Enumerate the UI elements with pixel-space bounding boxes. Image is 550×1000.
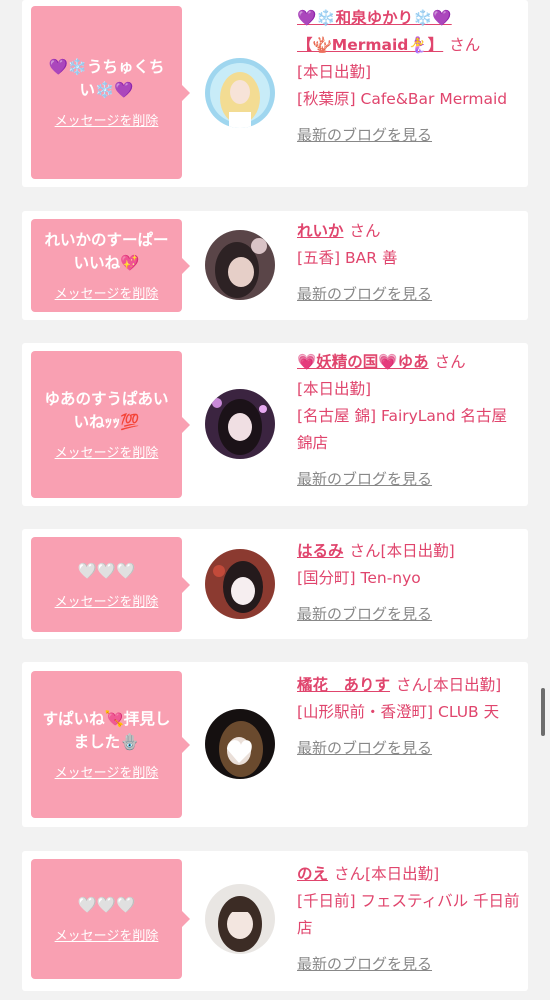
latest-blog-link[interactable]: 最新のブログを見る (297, 735, 432, 762)
cast-info: れいか さん [五香] BAR 善 最新のブログを見る (297, 218, 522, 308)
honorific: さん (349, 542, 381, 560)
message-card: ゆあのすうぱあいいねｯｯ💯 メッセージを削除 💗妖精の国💗ゆあ さん [本日出勤]… (22, 343, 528, 506)
message-card: 💜❄️うちゅくちい❄️💜 メッセージを削除 💜❄️和泉ゆかり❄️💜 【🪸Merm… (22, 0, 528, 187)
shop-text: [名古屋 錦] FairyLand 名古屋錦店 (297, 407, 508, 452)
delete-message-link[interactable]: メッセージを削除 (55, 762, 159, 781)
message-bubble: ゆあのすうぱあいいねｯｯ💯 メッセージを削除 (31, 351, 190, 498)
status-text: [本日出勤] (297, 63, 372, 81)
avatar-photo (205, 389, 275, 459)
avatar-photo (205, 58, 275, 128)
honorific: さん (396, 676, 428, 694)
message-card: れいかのすーぱーいいね💖 メッセージを削除 れいか さん [五香] BAR 善 最… (22, 211, 528, 320)
delete-message-link[interactable]: メッセージを削除 (55, 591, 159, 610)
cast-name[interactable]: はるみ (297, 542, 344, 560)
avatar[interactable] (205, 884, 275, 954)
message-card: 🤍🤍🤍 メッセージを削除 はるみ さん[本日出勤] [国分町] Ten-nyo 最… (22, 529, 528, 639)
honorific: さん (334, 865, 366, 883)
avatar-photo (205, 884, 275, 954)
message-text: すぱいね💘拝見しました🪬 (42, 710, 171, 751)
message-card: 🤍🤍🤍 メッセージを削除 のえ さん[本日出勤] [千日前] フェスティバル 千日… (22, 851, 528, 991)
avatar-photo (205, 549, 275, 619)
cast-info: のえ さん[本日出勤] [千日前] フェスティバル 千日前店 最新のブログを見る (297, 861, 522, 978)
message-text: ゆあのすうぱあいいねｯｯ💯 (44, 390, 169, 431)
latest-blog-link[interactable]: 最新のブログを見る (297, 951, 432, 978)
avatar[interactable] (205, 389, 275, 459)
cast-name[interactable]: のえ (297, 865, 328, 883)
cast-name[interactable]: 橘花 ありす (297, 676, 390, 694)
honorific: さん (349, 222, 381, 240)
latest-blog-link[interactable]: 最新のブログを見る (297, 601, 432, 628)
message-bubble: すぱいね💘拝見しました🪬 メッセージを削除 (31, 671, 190, 818)
delete-message-link[interactable]: メッセージを削除 (55, 925, 159, 944)
delete-message-link[interactable]: メッセージを削除 (55, 110, 159, 129)
status-text: [本日出勤] (365, 865, 440, 883)
avatar[interactable] (205, 709, 275, 779)
shop-text: [五香] BAR 善 (297, 249, 398, 267)
message-text: 🤍🤍🤍 (77, 896, 136, 914)
shop-text: [山形駅前・香澄町] CLUB 天 (297, 703, 500, 721)
message-bubble: 🤍🤍🤍 メッセージを削除 (31, 537, 190, 632)
cast-info: 橘花 ありす さん[本日出勤] [山形駅前・香澄町] CLUB 天 最新のブログを… (297, 672, 522, 762)
status-text: [本日出勤] (297, 380, 372, 398)
cast-info: 💜❄️和泉ゆかり❄️💜 【🪸Mermaid🧜‍♀️】 さん [本日出勤] [秋葉原… (297, 5, 522, 149)
avatar[interactable] (205, 549, 275, 619)
status-text: [本日出勤] (380, 542, 455, 560)
cast-name-shop-tag[interactable]: 【🪸Mermaid🧜‍♀️】 (297, 36, 443, 54)
cast-info: はるみ さん[本日出勤] [国分町] Ten-nyo 最新のブログを見る (297, 538, 522, 628)
avatar[interactable] (205, 58, 275, 128)
message-text: 🤍🤍🤍 (77, 561, 136, 580)
cast-name[interactable]: れいか (297, 222, 344, 240)
honorific: さん (434, 353, 466, 371)
shop-text: [国分町] Ten-nyo (297, 569, 421, 587)
cast-name[interactable]: 💜❄️和泉ゆかり❄️💜 (297, 9, 452, 27)
message-text: 💜❄️うちゅくちい❄️💜 (48, 58, 165, 99)
message-bubble: 💜❄️うちゅくちい❄️💜 メッセージを削除 (31, 6, 190, 179)
avatar[interactable] (205, 230, 275, 300)
cast-name[interactable]: 💗妖精の国💗ゆあ (297, 353, 429, 371)
message-bubble: 🤍🤍🤍 メッセージを削除 (31, 859, 190, 979)
avatar-photo (205, 709, 275, 779)
latest-blog-link[interactable]: 最新のブログを見る (297, 281, 432, 308)
delete-message-link[interactable]: メッセージを削除 (55, 283, 159, 302)
honorific: さん (449, 36, 481, 54)
message-text: れいかのすーぱーいいね💖 (44, 231, 169, 272)
delete-message-link[interactable]: メッセージを削除 (55, 442, 159, 461)
avatar-photo (205, 230, 275, 300)
latest-blog-link[interactable]: 最新のブログを見る (297, 122, 432, 149)
shop-text: [秋葉原] Cafe&Bar Mermaid (297, 90, 508, 108)
message-card: すぱいね💘拝見しました🪬 メッセージを削除 橘花 ありす さん[本日出勤] [山形… (22, 662, 528, 827)
latest-blog-link[interactable]: 最新のブログを見る (297, 466, 432, 493)
cast-info: 💗妖精の国💗ゆあ さん [本日出勤] [名古屋 錦] FairyLand 名古屋錦… (297, 349, 522, 493)
shop-text: [千日前] フェスティバル 千日前店 (297, 892, 520, 937)
scrollbar[interactable] (541, 688, 545, 736)
message-bubble: れいかのすーぱーいいね💖 メッセージを削除 (31, 219, 190, 312)
status-text: [本日出勤] (427, 676, 502, 694)
